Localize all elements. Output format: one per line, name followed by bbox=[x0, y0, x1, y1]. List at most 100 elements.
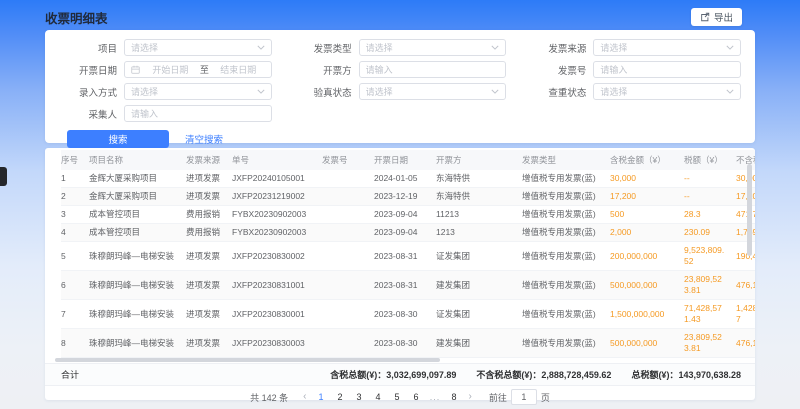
filter-invoice-date: 开票日期 开始日期 至 结束日期 bbox=[59, 61, 272, 78]
end-date-input[interactable]: 结束日期 bbox=[212, 63, 265, 76]
cell-invoice_no bbox=[322, 329, 374, 358]
cell-project: 珠穆朗玛峰—电梯安装 bbox=[89, 271, 186, 300]
prev-page-button[interactable]: ‹ bbox=[303, 392, 306, 402]
cell-invoice_no bbox=[322, 242, 374, 271]
summary-row: 合计 含税总额(¥)：3,032,699,097.89 不含税总额(¥)：2,8… bbox=[45, 363, 755, 386]
page-jump-input[interactable] bbox=[511, 389, 537, 405]
vertical-scrollbar[interactable] bbox=[747, 164, 752, 256]
summary-totals: 含税总额(¥)：3,032,699,097.89 不含税总额(¥)：2,888,… bbox=[330, 368, 741, 381]
cell-amount_incl: 500,000,000 bbox=[610, 329, 684, 358]
cell-project: 成本管控项目 bbox=[89, 224, 186, 242]
cell-no: 2 bbox=[61, 188, 89, 206]
cell-date: 2023-08-31 bbox=[374, 242, 436, 271]
invoicer-input[interactable]: 请输入 bbox=[359, 61, 507, 78]
invoice-table-card: 序号项目名称发票来源单号发票号开票日期开票方发票类型含税金额（¥）税额（¥）不含… bbox=[45, 148, 755, 400]
column-header: 项目名称 bbox=[89, 150, 186, 170]
column-header: 发票类型 bbox=[522, 150, 610, 170]
collector-input[interactable]: 请输入 bbox=[124, 105, 272, 122]
page-number-1[interactable]: 1 bbox=[315, 392, 328, 402]
summary-label: 合计 bbox=[61, 368, 79, 381]
invoice-source-select[interactable]: 请选择 bbox=[593, 39, 741, 56]
duplicate-status-select[interactable]: 请选择 bbox=[593, 83, 741, 100]
table-row[interactable]: 8珠穆朗玛峰—电梯安装进项发票JXFP202308300032023-08-30… bbox=[61, 329, 755, 358]
entry-method-select[interactable]: 请选择 bbox=[124, 83, 272, 100]
cell-invoice_no bbox=[322, 300, 374, 329]
cell-amount_excl: 476,190,476.19 bbox=[736, 329, 755, 358]
chevron-down-icon bbox=[726, 45, 734, 50]
cell-order_no: JXFP20230831001 bbox=[232, 271, 322, 300]
table-header-row: 序号项目名称发票来源单号发票号开票日期开票方发票类型含税金额（¥）税额（¥）不含… bbox=[61, 150, 755, 170]
search-button[interactable]: 搜索 bbox=[67, 130, 169, 148]
chevron-down-icon bbox=[257, 45, 265, 50]
chevron-down-icon bbox=[491, 89, 499, 94]
cell-no: 5 bbox=[61, 242, 89, 271]
cell-source: 进项发票 bbox=[186, 300, 232, 329]
cell-date: 2023-09-04 bbox=[374, 224, 436, 242]
page-number-8[interactable]: 8 bbox=[448, 392, 461, 402]
cell-type: 增值税专用发票(蓝) bbox=[522, 300, 610, 329]
page-number-5[interactable]: 5 bbox=[391, 392, 404, 402]
page-ellipsis[interactable]: ... bbox=[429, 392, 442, 402]
cell-source: 进项发票 bbox=[186, 188, 232, 206]
table-row[interactable]: 4成本管控项目费用报销FYBX202309020032023-09-041213… bbox=[61, 224, 755, 242]
page-title: 收票明细表 bbox=[45, 8, 108, 27]
next-page-button[interactable]: › bbox=[469, 392, 472, 402]
invoice-date-range[interactable]: 开始日期 至 结束日期 bbox=[124, 61, 272, 78]
column-header: 发票来源 bbox=[186, 150, 232, 170]
cell-amount_excl: 190,476,190.48 bbox=[736, 242, 755, 271]
invoice-date-label: 开票日期 bbox=[59, 63, 117, 77]
start-date-input[interactable]: 开始日期 bbox=[144, 63, 197, 76]
cell-party: 证发集团 bbox=[436, 242, 522, 271]
collector-label: 采集人 bbox=[59, 107, 117, 121]
cell-project: 金辉大厦采购项目 bbox=[89, 188, 186, 206]
cell-amount_incl: 1,500,000,000 bbox=[610, 300, 684, 329]
table-row[interactable]: 2金辉大厦采购项目进项发票JXFP202312190022023-12-19东海… bbox=[61, 188, 755, 206]
filter-project: 项目 请选择 bbox=[59, 39, 272, 56]
table-row[interactable]: 6珠穆朗玛峰—电梯安装进项发票JXFP202308310012023-08-31… bbox=[61, 271, 755, 300]
column-header: 发票号 bbox=[322, 150, 374, 170]
horizontal-scrollbar[interactable] bbox=[55, 358, 440, 362]
invoice-no-input[interactable]: 请输入 bbox=[593, 61, 741, 78]
page-number-4[interactable]: 4 bbox=[372, 392, 385, 402]
filter-invoice-type: 发票类型 请选择 bbox=[294, 39, 507, 56]
project-label: 项目 bbox=[59, 41, 117, 55]
cell-amount_incl: 500 bbox=[610, 206, 684, 224]
table-row[interactable]: 3成本管控项目费用报销FYBX202309020032023-09-041121… bbox=[61, 206, 755, 224]
cell-invoice_no bbox=[322, 170, 374, 188]
cell-date: 2024-01-05 bbox=[374, 170, 436, 188]
cell-order_no: JXFP20230830002 bbox=[232, 242, 322, 271]
cell-amount_excl: 17,200 bbox=[736, 188, 755, 206]
cell-date: 2023-08-30 bbox=[374, 329, 436, 358]
project-select[interactable]: 请选择 bbox=[124, 39, 272, 56]
page-number-6[interactable]: 6 bbox=[410, 392, 423, 402]
table-scroll-area: 序号项目名称发票来源单号发票号开票日期开票方发票类型含税金额（¥）税额（¥）不含… bbox=[45, 150, 755, 358]
table-row[interactable]: 5珠穆朗玛峰—电梯安装进项发票JXFP202308300022023-08-31… bbox=[61, 242, 755, 271]
table-row[interactable]: 1金辉大厦采购项目进项发票JXFP202401050012024-01-05东海… bbox=[61, 170, 755, 188]
invoice-type-select[interactable]: 请选择 bbox=[359, 39, 507, 56]
page-number-2[interactable]: 2 bbox=[334, 392, 347, 402]
page-number-3[interactable]: 3 bbox=[353, 392, 366, 402]
table-body: 1金辉大厦采购项目进项发票JXFP202401050012024-01-05东海… bbox=[61, 170, 755, 358]
cell-tax: 9,523,809.52 bbox=[684, 242, 736, 271]
export-button-label: 导出 bbox=[714, 10, 733, 24]
filter-invoice-source: 发票来源 请选择 bbox=[528, 39, 741, 56]
sidebar-handle[interactable] bbox=[0, 167, 7, 186]
page-suffix: 页 bbox=[541, 391, 550, 404]
verify-status-select[interactable]: 请选择 bbox=[359, 83, 507, 100]
table-row[interactable]: 7珠穆朗玛峰—电梯安装进项发票JXFP202308300012023-08-30… bbox=[61, 300, 755, 329]
column-header: 开票方 bbox=[436, 150, 522, 170]
cell-amount_excl: 476,190,476.19 bbox=[736, 271, 755, 300]
cell-source: 进项发票 bbox=[186, 329, 232, 358]
cell-project: 珠穆朗玛峰—电梯安装 bbox=[89, 242, 186, 271]
cell-no: 7 bbox=[61, 300, 89, 329]
cell-tax: 28.3 bbox=[684, 206, 736, 224]
chevron-down-icon bbox=[257, 89, 265, 94]
export-button[interactable]: 导出 bbox=[691, 8, 742, 26]
cell-amount_incl: 2,000 bbox=[610, 224, 684, 242]
clear-search-link[interactable]: 清空搜索 bbox=[185, 132, 223, 146]
cell-party: 东海特供 bbox=[436, 170, 522, 188]
page-list: 123456... 8 bbox=[312, 392, 464, 402]
filter-duplicate-status: 查重状态 请选择 bbox=[528, 83, 741, 100]
collector-placeholder: 请输入 bbox=[131, 107, 265, 120]
column-header: 税额（¥） bbox=[684, 150, 736, 170]
